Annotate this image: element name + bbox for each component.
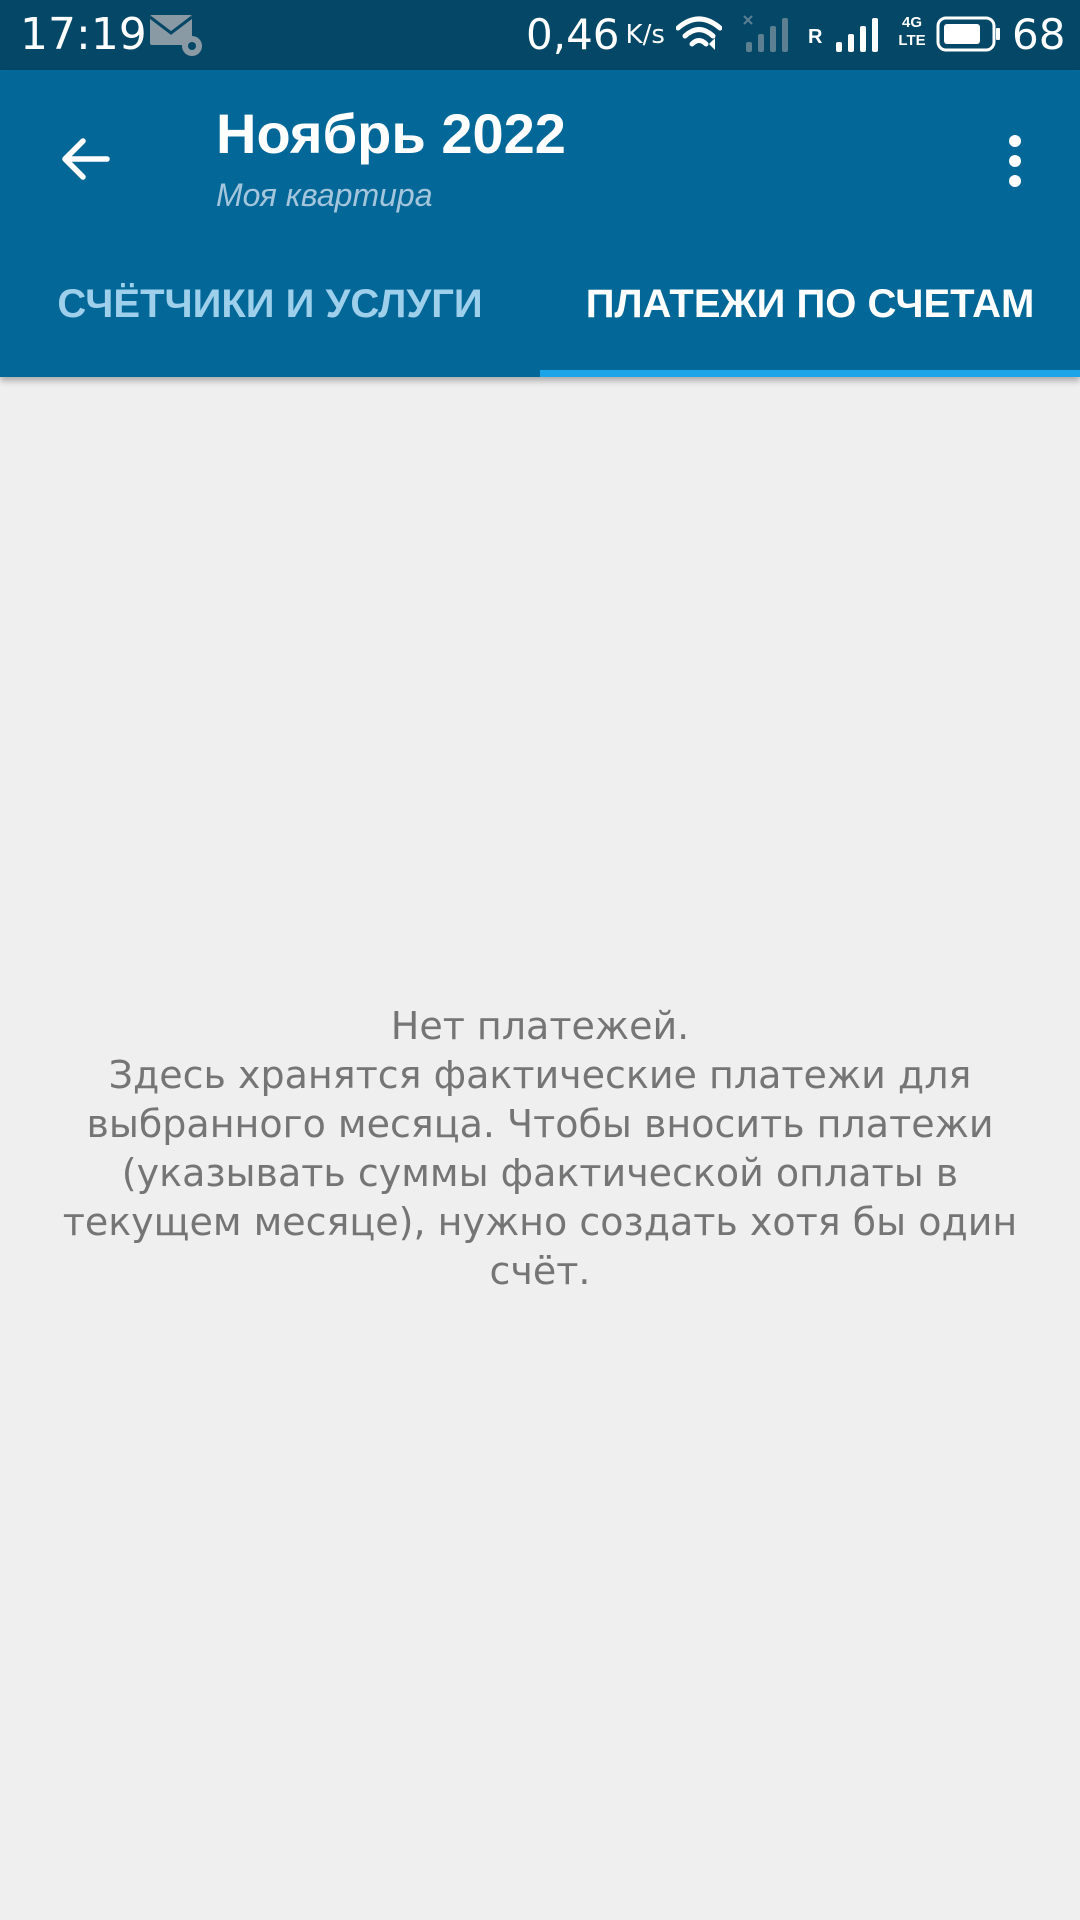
tab-bill-payments[interactable]: ПЛАТЕЖИ ПО СЧЕТАМ <box>540 240 1080 377</box>
empty-state-line: счёт. <box>489 1249 591 1293</box>
overflow-menu-button[interactable] <box>980 116 1050 206</box>
wifi-icon <box>676 16 722 50</box>
app-bar: Ноябрь 2022 Моя квартира СЧЁТЧИКИ И УСЛУ… <box>0 70 1080 377</box>
net-speed-value: 0,46 <box>526 10 620 59</box>
empty-state-line: (указывать суммы фактической оплаты в <box>121 1151 959 1195</box>
tab-bar: СЧЁТЧИКИ И УСЛУГИ ПЛАТЕЖИ ПО СЧЕТАМ <box>0 240 1080 377</box>
battery-level: 68 <box>1012 10 1066 59</box>
back-button[interactable] <box>40 114 130 204</box>
more-vert-icon <box>1009 135 1021 187</box>
empty-state-line: выбранного месяца. Чтобы вносить платежи <box>86 1102 994 1146</box>
page-title: Ноябрь 2022 <box>216 102 566 165</box>
tab-label: СЧЁТЧИКИ И УСЛУГИ <box>57 282 483 326</box>
arrow-back-icon <box>62 138 110 180</box>
empty-state-line: Здесь хранятся фактические платежи для <box>108 1053 972 1097</box>
mail-settings-icon <box>149 15 202 56</box>
tab-meters-services[interactable]: СЧЁТЧИКИ И УСЛУГИ <box>0 240 540 377</box>
tab-indicator <box>540 370 1080 377</box>
status-bar: 17:19 0,46 K/s R 4G LTE 68 <box>0 0 1080 70</box>
net-speed-unit: K/s <box>625 20 665 50</box>
battery-icon <box>936 16 1000 52</box>
empty-state-line: текущем месяце), нужно создать хотя бы о… <box>62 1200 1018 1244</box>
network-type: 4G LTE <box>898 14 926 49</box>
tab-label: ПЛАТЕЖИ ПО СЧЕТАМ <box>585 282 1035 326</box>
net-speed: 0,46 K/s <box>526 10 665 60</box>
page-subtitle: Моя квартира <box>216 177 433 213</box>
empty-state-title: Нет платежей. <box>390 1004 690 1048</box>
empty-state-message: Нет платежей. Здесь хранятся фактические… <box>40 1002 1040 1296</box>
status-time: 17:19 <box>20 9 147 60</box>
roaming-indicator: R <box>808 26 823 48</box>
signal-icon-sim1 <box>743 15 788 52</box>
signal-icon <box>836 18 878 52</box>
